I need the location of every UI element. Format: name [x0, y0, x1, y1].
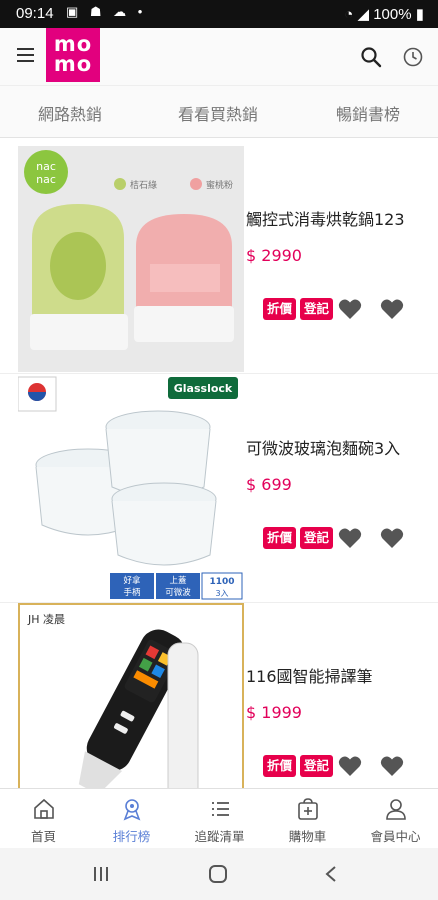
history-icon[interactable]: [402, 46, 424, 68]
svg-text:1100: 1100: [209, 577, 234, 587]
member-icon: [386, 799, 406, 820]
cart-icon: [298, 798, 318, 820]
logo-text-bottom: mo: [53, 52, 93, 76]
nav-cart-label: 購物車: [288, 829, 327, 844]
svg-text:JH 凌晨: JH 凌晨: [27, 612, 65, 626]
product-list: nac nac 桔石綠 蜜桃粉 觸控式消毒烘乾鍋123 $ 2990 折價 登記: [0, 138, 438, 788]
nav-home-label: 首頁: [30, 829, 56, 844]
home-button-icon[interactable]: [208, 865, 228, 883]
status-time: 09:14: [16, 5, 54, 22]
discount-tag: 折價: [263, 298, 297, 320]
nav-ranking-label: 排行榜: [112, 829, 151, 844]
nav-ranking[interactable]: 排行榜: [88, 789, 175, 849]
menu-icon[interactable]: [17, 48, 34, 62]
back-icon[interactable]: [324, 865, 338, 883]
list-icon: [212, 802, 229, 816]
product-name[interactable]: 觸控式消毒烘乾鍋123: [246, 206, 405, 230]
nav-watchlist-label: 追蹤清單: [194, 829, 245, 844]
product-image[interactable]: JH 凌晨: [18, 603, 244, 788]
product-name[interactable]: 116國智能掃譯筆: [246, 663, 373, 687]
tab-online-best[interactable]: 網路熱銷: [38, 101, 102, 125]
svg-text:好拿: 好拿: [123, 575, 141, 586]
ranking-tabs: 網路熱銷 看看買熱銷 暢銷書榜: [0, 86, 438, 138]
product-image[interactable]: Glasslock 好拿 手柄 上蓋 可微波 1100 3入: [18, 375, 244, 601]
ranking-icon: [123, 799, 141, 821]
list-item[interactable]: JH 凌晨 116國智能掃譯筆 $ 1999 折價 登記: [0, 603, 438, 788]
battery-icon: ▮: [415, 6, 424, 23]
register-tag: 登記: [300, 527, 334, 549]
svg-text:上蓋: 上蓋: [169, 575, 187, 586]
notification-icons: ▣ ☗ ☁ •: [66, 4, 147, 19]
sterilizer-image: nac nac 桔石綠 蜜桃粉: [18, 146, 244, 372]
system-nav-bar: [0, 848, 438, 900]
nav-watchlist[interactable]: 追蹤清單: [176, 789, 263, 849]
heart-icon[interactable]: [338, 527, 362, 549]
svg-text:手柄: 手柄: [123, 587, 141, 598]
heart-icon[interactable]: [338, 298, 362, 320]
nav-member-label: 會員中心: [370, 829, 421, 844]
svg-text:蜜桃粉: 蜜桃粉: [206, 179, 233, 191]
nav-cart[interactable]: 購物車: [264, 789, 351, 849]
signal-icon: ◢: [357, 6, 370, 23]
heart-icon[interactable]: [380, 755, 404, 777]
svg-text:nac: nac: [36, 160, 56, 173]
nav-home[interactable]: 首頁: [0, 789, 87, 849]
battery-percent: 100%: [373, 6, 412, 23]
svg-text:可微波: 可微波: [165, 587, 191, 598]
product-price: $ 699: [246, 475, 292, 494]
logo-text-top: mo: [53, 32, 93, 56]
heart-icon[interactable]: [338, 755, 362, 777]
search-icon[interactable]: [360, 46, 382, 68]
tab-watch-buy[interactable]: 看看買熱銷: [178, 101, 258, 125]
svg-text:nac: nac: [36, 173, 56, 186]
register-tag: 登記: [300, 298, 334, 320]
tab-bestseller-books[interactable]: 暢銷書榜: [336, 101, 400, 125]
bottom-nav: 首頁 排行榜 追蹤清單 購物車 會員中心: [0, 788, 438, 848]
recent-apps-icon[interactable]: [92, 866, 110, 882]
list-item[interactable]: nac nac 桔石綠 蜜桃粉 觸控式消毒烘乾鍋123 $ 2990 折價 登記: [0, 146, 438, 374]
product-price: $ 1999: [246, 703, 302, 722]
product-name[interactable]: 可微波玻璃泡麵碗3入: [246, 435, 400, 459]
momo-logo[interactable]: mo mo: [46, 28, 100, 82]
status-right: ◔ ◢ 100% ▮: [344, 5, 424, 23]
list-item[interactable]: Glasslock 好拿 手柄 上蓋 可微波 1100 3入 可微波玻璃泡麵碗3…: [0, 375, 438, 603]
product-image[interactable]: nac nac 桔石綠 蜜桃粉: [18, 146, 244, 372]
nav-member[interactable]: 會員中心: [352, 789, 438, 849]
svg-text:3入: 3入: [215, 589, 228, 598]
translator-pen-image: JH 凌晨: [18, 603, 244, 788]
heart-icon[interactable]: [380, 298, 404, 320]
home-icon: [34, 798, 54, 819]
app-bar: mo mo: [0, 28, 438, 86]
discount-tag: 折價: [263, 755, 297, 777]
wifi-icon: ◔: [344, 6, 354, 23]
status-bar: 09:14 ▣ ☗ ☁ • ◔ ◢ 100% ▮: [0, 0, 438, 28]
heart-icon[interactable]: [380, 527, 404, 549]
register-tag: 登記: [300, 755, 334, 777]
discount-tag: 折價: [263, 527, 297, 549]
svg-text:桔石綠: 桔石綠: [130, 179, 157, 191]
svg-text:Glasslock: Glasslock: [174, 382, 233, 395]
glass-bowl-image: Glasslock 好拿 手柄 上蓋 可微波 1100 3入: [18, 375, 244, 601]
product-price: $ 2990: [246, 246, 302, 265]
